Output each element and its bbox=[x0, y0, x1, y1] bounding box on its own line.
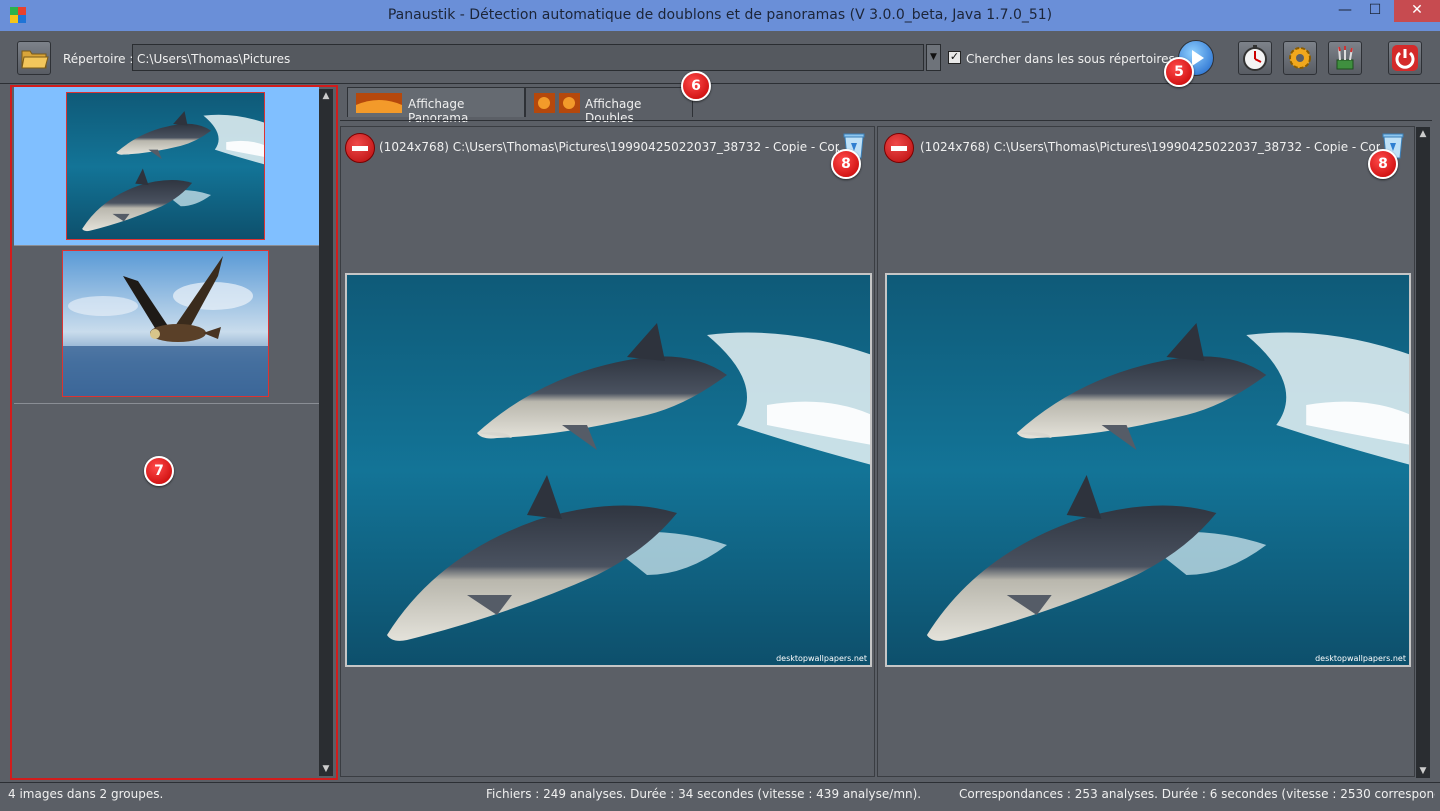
dolphin-thumbnail[interactable] bbox=[66, 92, 265, 240]
dolphins-image bbox=[887, 275, 1409, 665]
scroll-down-icon[interactable]: ▼ bbox=[1416, 764, 1430, 778]
tab-panorama[interactable]: Affichage Panorama bbox=[347, 87, 525, 125]
callout-badge-8-left: 8 bbox=[831, 149, 861, 179]
scroll-up-icon[interactable]: ▲ bbox=[319, 89, 333, 103]
panorama-icon bbox=[356, 93, 402, 113]
duplicate-image-left[interactable]: desktopwallpapers.net bbox=[345, 273, 872, 667]
list-item[interactable] bbox=[14, 245, 319, 404]
callout-badge-7: 7 bbox=[144, 456, 174, 486]
subdirectories-checkbox[interactable]: ✓ bbox=[948, 51, 961, 64]
status-matches: Correspondances : 253 analyses. Durée : … bbox=[959, 787, 1435, 801]
status-files: Fichiers : 249 analyses. Durée : 34 seco… bbox=[486, 787, 922, 801]
title-bar: Panaustik - Détection automatique de dou… bbox=[0, 0, 1440, 31]
tab-doubles[interactable]: Affichage Doubles bbox=[525, 87, 693, 125]
no-entry-icon[interactable] bbox=[345, 133, 375, 163]
callout-badge-5: 5 bbox=[1164, 57, 1194, 87]
doubles-icon bbox=[534, 93, 580, 113]
comparison-scrollbar[interactable]: ▲ ▼ bbox=[1416, 127, 1430, 778]
duplicate-image-right[interactable]: desktopwallpapers.net bbox=[885, 273, 1411, 667]
callout-badge-6: 6 bbox=[681, 71, 711, 101]
status-groups: 4 images dans 2 groupes. bbox=[8, 787, 164, 801]
close-window-button[interactable]: ✕ bbox=[1394, 0, 1440, 22]
brushes-icon bbox=[1336, 46, 1354, 70]
dolphins-image bbox=[67, 93, 264, 239]
image-info-text: (1024x768) C:\Users\Thomas\Pictures\1999… bbox=[379, 140, 839, 154]
gear-icon bbox=[1289, 47, 1311, 69]
duplicate-pane-right: (1024x768) C:\Users\Thomas\Pictures\1999… bbox=[877, 126, 1415, 777]
eagle-thumbnail[interactable] bbox=[62, 250, 269, 397]
timer-button[interactable] bbox=[1238, 41, 1272, 75]
dolphins-image bbox=[347, 275, 870, 665]
image-watermark: desktopwallpapers.net bbox=[1315, 654, 1406, 663]
maximize-button[interactable]: ☐ bbox=[1360, 0, 1390, 22]
list-item[interactable] bbox=[14, 87, 319, 246]
duplicate-pane-left: (1024x768) C:\Users\Thomas\Pictures\1999… bbox=[340, 126, 875, 777]
folder-open-icon bbox=[21, 50, 49, 69]
callout-badge-8-right: 8 bbox=[1368, 149, 1398, 179]
quit-button[interactable] bbox=[1388, 41, 1422, 75]
status-bar: 4 images dans 2 groupes. Fichiers : 249 … bbox=[0, 782, 1440, 811]
image-watermark: desktopwallpapers.net bbox=[776, 654, 867, 663]
scroll-down-icon[interactable]: ▼ bbox=[319, 762, 333, 776]
stopwatch-icon bbox=[1243, 45, 1267, 71]
window-title: Panaustik - Détection automatique de dou… bbox=[387, 7, 1053, 23]
no-entry-icon[interactable] bbox=[884, 133, 914, 163]
directory-path-field[interactable]: C:\Users\Thomas\Pictures bbox=[132, 44, 924, 71]
image-info-text: (1024x768) C:\Users\Thomas\Pictures\1999… bbox=[920, 140, 1380, 154]
group-thumbnail-list[interactable]: ▲ ▼ bbox=[10, 85, 338, 780]
tools-button[interactable] bbox=[1328, 41, 1362, 75]
power-icon bbox=[1392, 45, 1418, 71]
directory-dropdown-button[interactable]: ▼ bbox=[926, 44, 941, 71]
open-folder-button[interactable] bbox=[17, 41, 51, 75]
subdirectories-label: Chercher dans les sous répertoires bbox=[966, 52, 1175, 66]
settings-button[interactable] bbox=[1283, 41, 1317, 75]
thumbnail-scrollbar[interactable]: ▲ ▼ bbox=[319, 89, 333, 776]
scroll-up-icon[interactable]: ▲ bbox=[1416, 127, 1430, 141]
eagle-image bbox=[63, 251, 268, 396]
minimize-button[interactable]: — bbox=[1330, 0, 1360, 22]
directory-label: Répertoire : bbox=[63, 52, 134, 66]
